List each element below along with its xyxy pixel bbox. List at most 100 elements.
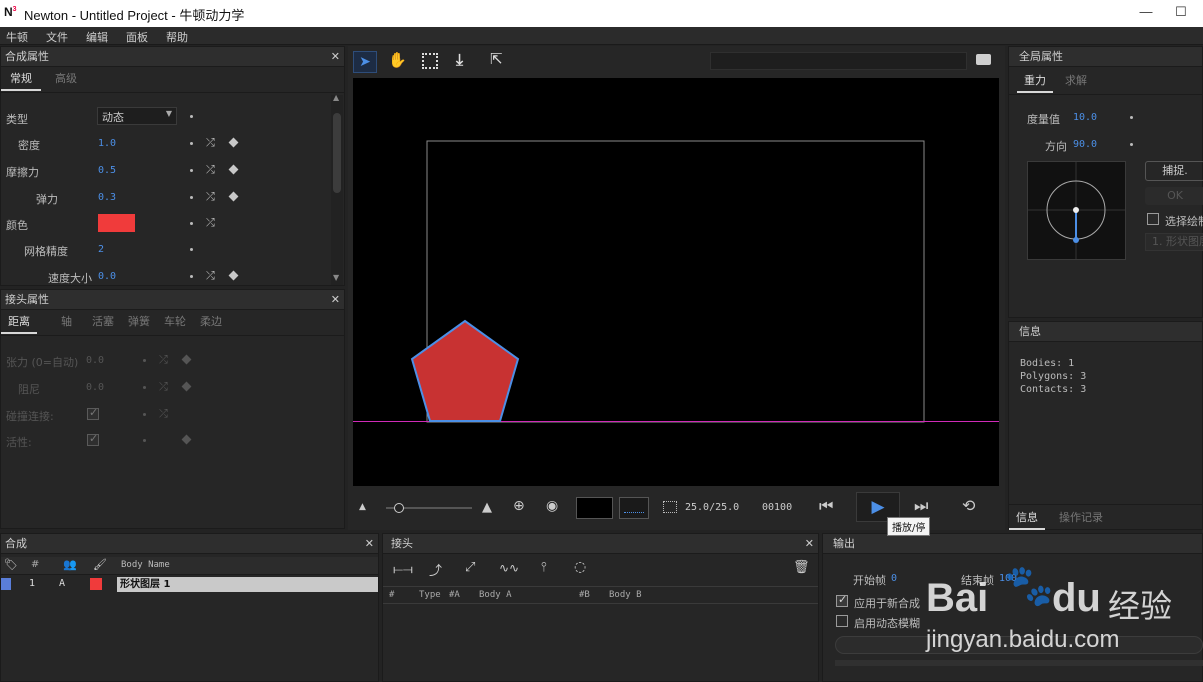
keyframe-diamond-icon[interactable] bbox=[228, 164, 239, 175]
tab-distance[interactable]: 距离 bbox=[1, 312, 37, 334]
capture-button[interactable]: 捕捉. bbox=[1145, 161, 1203, 181]
gravity-magnitude-value[interactable]: 10.0 bbox=[1073, 112, 1097, 123]
start-frame-value[interactable]: 0 bbox=[891, 573, 897, 584]
viewer-panel: ➤ ✋ ⤓ ⇱ ▲ ▲ ⊕ ◉ 25.0/25.0 00100 ⏮ ▶ ⏭ ⟲ bbox=[348, 46, 1005, 530]
keyframe-dot bbox=[143, 439, 146, 442]
row-body-name[interactable]: 形状图层 1 bbox=[117, 577, 378, 592]
piston-joint-icon[interactable]: ⤢ bbox=[465, 560, 475, 575]
tab-info[interactable]: 信息 bbox=[1009, 508, 1045, 530]
shuffle-icon[interactable]: ⤮ bbox=[206, 136, 215, 150]
direction-value[interactable]: 90.0 bbox=[1073, 139, 1097, 150]
joint-properties-panel: 接头属性 ✕ 距离 轴 活塞 弹簧 车轮 柔边 张力 (0=自动) 0.0 ⤮ … bbox=[0, 289, 345, 529]
trash-icon[interactable]: 🗑 bbox=[793, 560, 810, 575]
drag-tool-icon[interactable]: ⇱ bbox=[490, 50, 503, 68]
tab-axis[interactable]: 轴 bbox=[61, 312, 72, 334]
eye-icon[interactable]: ◉ bbox=[546, 498, 558, 514]
menu-newton[interactable]: 牛顿 bbox=[6, 29, 28, 45]
keyframe-dot[interactable] bbox=[190, 196, 193, 199]
rewind-icon[interactable]: ⏮ bbox=[819, 496, 833, 516]
zoom-fit-icon[interactable]: ⊕ bbox=[513, 498, 525, 514]
end-frame-value[interactable]: 100 bbox=[999, 573, 1017, 584]
keyframe-dot[interactable] bbox=[190, 222, 193, 225]
scene-canvas[interactable] bbox=[353, 78, 999, 486]
menu-help[interactable]: 帮助 bbox=[166, 29, 188, 45]
motion-blur-checkbox[interactable] bbox=[836, 615, 848, 627]
keyframe-dot[interactable] bbox=[1130, 116, 1133, 119]
scroll-down-icon[interactable]: ▼ bbox=[333, 273, 339, 282]
tab-spring[interactable]: 弹簧 bbox=[128, 312, 150, 334]
keyframe-diamond-icon[interactable] bbox=[228, 270, 239, 281]
apply-new-comp-checkbox[interactable] bbox=[836, 593, 848, 607]
menu-edit[interactable]: 编辑 bbox=[86, 29, 108, 45]
close-icon[interactable]: ✕ bbox=[331, 50, 340, 64]
close-icon[interactable]: ✕ bbox=[365, 537, 374, 551]
keyframe-dot[interactable] bbox=[1130, 143, 1133, 146]
friction-value[interactable]: 0.5 bbox=[98, 165, 116, 176]
active-label: 活性: bbox=[6, 436, 32, 449]
table-header: 🏷 # 👥 🖌 Body Name bbox=[1, 557, 378, 575]
end-frame-label: 结束帧 bbox=[961, 574, 994, 587]
keyframe-dot[interactable] bbox=[190, 115, 193, 118]
hand-tool-icon[interactable]: ✋ bbox=[388, 51, 407, 69]
region-icon[interactable] bbox=[663, 501, 677, 513]
keyframe-diamond-icon[interactable] bbox=[228, 191, 239, 202]
tab-solver[interactable]: 求解 bbox=[1065, 71, 1087, 93]
speed-value[interactable]: 0.0 bbox=[98, 271, 116, 282]
color-swatch[interactable] bbox=[98, 214, 135, 232]
shuffle-icon[interactable]: ⤮ bbox=[206, 216, 215, 230]
shuffle-icon[interactable]: ⤮ bbox=[206, 190, 215, 204]
zoom-slider-thumb[interactable] bbox=[394, 503, 404, 513]
marquee-tool-icon[interactable] bbox=[422, 53, 438, 69]
density-value[interactable]: 1.0 bbox=[98, 138, 116, 149]
close-icon[interactable]: ✕ bbox=[805, 537, 814, 551]
start-frame-label: 开始帧 bbox=[853, 574, 886, 587]
tab-general[interactable]: 常规 bbox=[1, 69, 41, 91]
bounce-value[interactable]: 0.3 bbox=[98, 192, 116, 203]
scrollbar-thumb[interactable] bbox=[333, 113, 341, 193]
type-select[interactable]: 动态 ▼ bbox=[97, 107, 177, 125]
keyframe-dot[interactable] bbox=[190, 248, 193, 251]
soft-joint-icon[interactable]: ◌ bbox=[574, 559, 586, 575]
table-row[interactable]: 1 A 形状图层 1 bbox=[1, 577, 378, 592]
zoom-slider[interactable] bbox=[386, 503, 472, 513]
minimize-button[interactable]: — bbox=[1130, 2, 1162, 24]
maximize-button[interactable]: ☐ bbox=[1165, 2, 1197, 24]
keyframe-dot[interactable] bbox=[190, 275, 193, 278]
grid-color-swatch[interactable] bbox=[619, 497, 649, 519]
gravity-direction-dial[interactable] bbox=[1027, 161, 1126, 260]
keyframe-dot[interactable] bbox=[190, 142, 193, 145]
tab-piston[interactable]: 活塞 bbox=[92, 312, 114, 334]
step-forward-icon[interactable]: ⏭ bbox=[914, 496, 928, 516]
spring-joint-icon[interactable]: ∿∿ bbox=[499, 561, 519, 575]
keyframe-dot[interactable] bbox=[190, 169, 193, 172]
tab-soft-edge[interactable]: 柔边 bbox=[200, 312, 222, 334]
pentagon-body[interactable] bbox=[410, 319, 520, 422]
title-bar: N3 Newton - Untitled Project - 牛顿动力学 — ☐ bbox=[0, 0, 1203, 27]
select-checkbox[interactable] bbox=[1147, 213, 1159, 225]
wheel-joint-icon[interactable]: ⫯ bbox=[541, 560, 547, 575]
pivot-joint-icon[interactable]: ⤴ bbox=[429, 560, 442, 579]
panel-title: 信息 bbox=[1009, 322, 1202, 342]
select-tool-arrow-icon[interactable]: ➤ bbox=[353, 51, 377, 73]
tab-advanced[interactable]: 高级 bbox=[55, 69, 77, 91]
tab-wheel[interactable]: 车轮 bbox=[164, 312, 186, 334]
mesh-value[interactable]: 2 bbox=[98, 244, 104, 255]
tab-gravity[interactable]: 重力 bbox=[1017, 71, 1053, 93]
shuffle-icon[interactable]: ⤮ bbox=[206, 269, 215, 283]
shuffle-icon[interactable]: ⤮ bbox=[206, 163, 215, 177]
camera-icon[interactable] bbox=[976, 54, 991, 65]
scrollbar[interactable]: ▲ ▼ bbox=[331, 93, 343, 285]
background-color-swatch[interactable] bbox=[576, 497, 613, 519]
menu-panel[interactable]: 面板 bbox=[126, 29, 148, 45]
menu-file[interactable]: 文件 bbox=[46, 29, 68, 45]
distance-joint-icon[interactable]: ⟝⟞ bbox=[393, 562, 413, 577]
close-icon[interactable]: ✕ bbox=[331, 293, 340, 307]
loop-icon[interactable]: ⟲ bbox=[962, 496, 975, 515]
render-button[interactable] bbox=[835, 636, 1203, 654]
scroll-up-icon[interactable]: ▲ bbox=[333, 93, 339, 102]
shape-layer-button: 1. 形状图层 bbox=[1145, 233, 1203, 251]
keyframe-diamond-icon[interactable] bbox=[228, 137, 239, 148]
friction-label: 摩擦力 bbox=[6, 166, 39, 179]
gravity-pin-icon[interactable]: ⤓ bbox=[456, 50, 463, 70]
tab-history[interactable]: 操作记录 bbox=[1059, 508, 1103, 530]
